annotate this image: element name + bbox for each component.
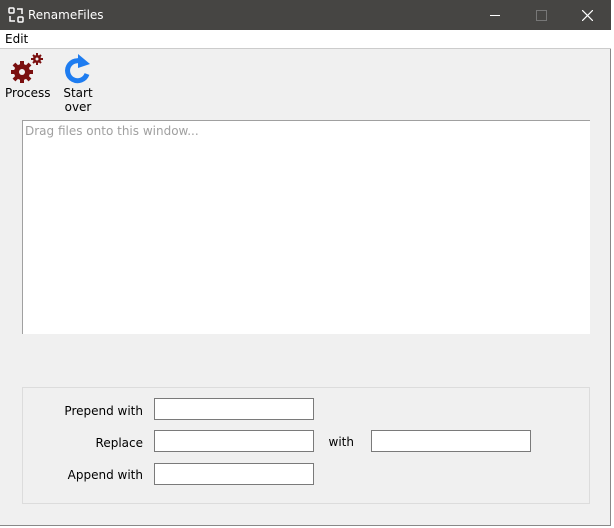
with-input[interactable] xyxy=(371,430,531,452)
minimize-button[interactable] xyxy=(472,0,518,30)
prepend-input[interactable] xyxy=(154,398,314,420)
menu-bar: Edit xyxy=(0,30,611,49)
rename-options-group: Prepend with Replace with Append with xyxy=(22,387,590,504)
gears-icon xyxy=(11,53,43,83)
title-bar[interactable]: RenameFiles xyxy=(0,0,611,30)
window-title: RenameFiles xyxy=(28,8,104,22)
close-icon xyxy=(581,9,593,21)
replace-label: Replace xyxy=(95,436,143,450)
append-label: Append with xyxy=(67,468,143,482)
with-label: with xyxy=(328,435,354,449)
file-drop-area[interactable]: Drag files onto this window... xyxy=(22,120,590,334)
start-over-label: Start over xyxy=(63,86,93,114)
close-button[interactable] xyxy=(564,0,610,30)
prepend-label: Prepend with xyxy=(64,404,143,418)
start-over-button[interactable]: Start over xyxy=(50,52,106,114)
minimize-icon xyxy=(490,14,500,16)
app-icon xyxy=(8,7,24,23)
process-label: Process xyxy=(5,86,51,100)
maximize-button[interactable] xyxy=(518,0,564,30)
app-window: RenameFiles Edit Process Start over Drag… xyxy=(0,0,611,526)
menu-edit[interactable]: Edit xyxy=(5,32,28,46)
process-button[interactable]: Process xyxy=(5,52,51,100)
refresh-icon xyxy=(65,54,90,84)
drop-placeholder: Drag files onto this window... xyxy=(25,124,199,138)
append-input[interactable] xyxy=(154,463,314,485)
maximize-icon xyxy=(535,9,547,21)
